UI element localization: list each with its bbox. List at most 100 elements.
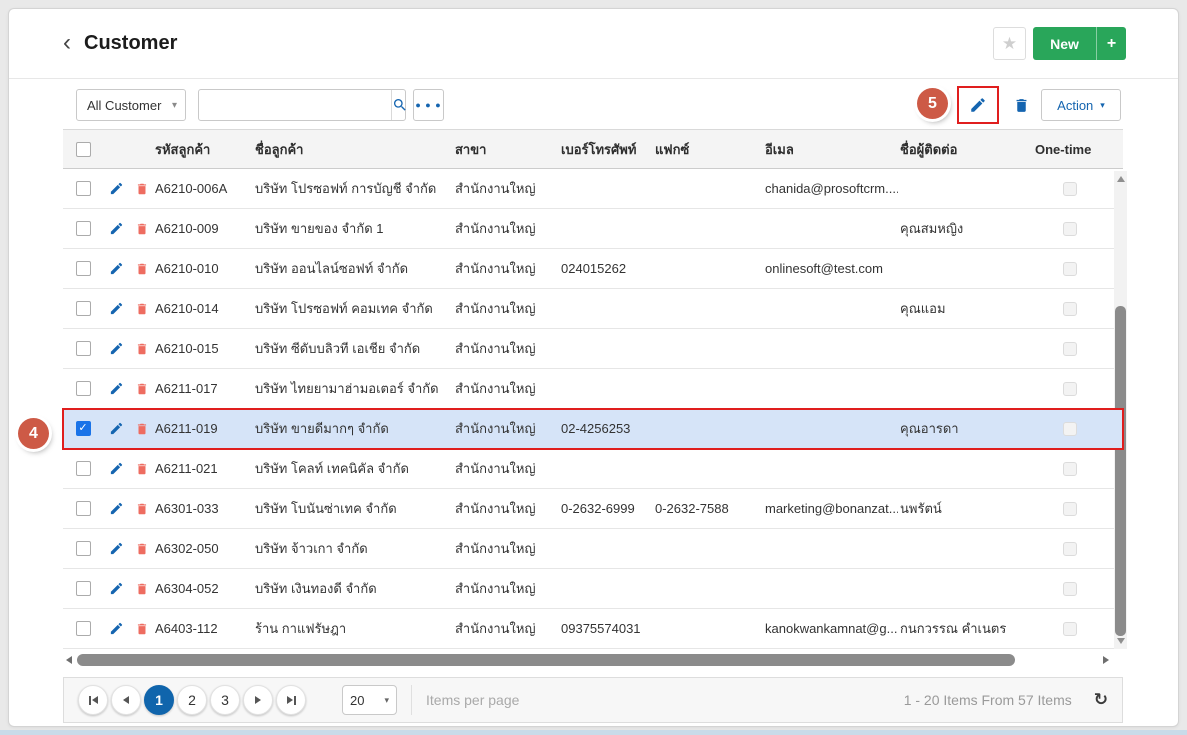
row-checkbox[interactable] xyxy=(76,381,91,396)
previous-page-button[interactable] xyxy=(111,685,141,715)
new-button[interactable]: New + xyxy=(1033,27,1126,60)
table-row[interactable]: A6211-017 บริษัท ไทยยามาฮ่ามอเตอร์ จำกัด… xyxy=(63,369,1123,409)
annotation-step-4: 4 xyxy=(18,418,49,449)
row-delete-button[interactable] xyxy=(135,502,149,516)
toolbar: All Customer ▾ ● ● ● Action ▾ xyxy=(9,79,1178,129)
row-edit-button[interactable] xyxy=(109,301,124,316)
refresh-icon[interactable]: ↻ xyxy=(1094,690,1108,710)
one-time-checkbox xyxy=(1063,182,1077,196)
scroll-down-icon[interactable] xyxy=(1117,638,1125,644)
last-page-button[interactable] xyxy=(276,685,306,715)
row-delete-button[interactable] xyxy=(135,302,149,316)
page-number-button[interactable]: 1 xyxy=(144,685,174,715)
favorite-button[interactable]: ★ xyxy=(993,27,1026,60)
row-checkbox[interactable] xyxy=(76,261,91,276)
vertical-scroll-thumb[interactable] xyxy=(1115,306,1126,636)
column-contact[interactable]: ชื่อผู้ติดต่อ xyxy=(898,130,1033,168)
customer-filter-dropdown[interactable]: All Customer ▾ xyxy=(76,89,186,121)
next-page-button[interactable] xyxy=(243,685,273,715)
row-delete-button[interactable] xyxy=(135,622,149,636)
cell-branch: สำนักงานใหญ่ xyxy=(453,489,559,528)
table-row[interactable]: A6210-010 บริษัท ออนไลน์ซอฟท์ จำกัด สำนั… xyxy=(63,249,1123,289)
row-checkbox[interactable] xyxy=(76,461,91,476)
table-row[interactable]: A6302-050 บริษัท จ้าวเกา จำกัด สำนักงานใ… xyxy=(63,529,1123,569)
row-edit-button[interactable] xyxy=(109,581,124,596)
plus-icon[interactable]: + xyxy=(1097,27,1126,60)
cell-email xyxy=(763,529,898,568)
search-button[interactable] xyxy=(391,90,408,120)
row-checkbox[interactable] xyxy=(76,621,91,636)
scroll-right-icon[interactable] xyxy=(1103,656,1109,664)
table-row[interactable]: A6210-006A บริษัท โปรซอฟท์ การบัญชี จำกั… xyxy=(63,169,1123,209)
action-dropdown-button[interactable]: Action ▾ xyxy=(1041,89,1121,121)
row-edit-button[interactable] xyxy=(109,181,124,196)
row-edit-button[interactable] xyxy=(109,221,124,236)
column-phone[interactable]: เบอร์โทรศัพท์ xyxy=(559,130,653,168)
row-delete-button[interactable] xyxy=(135,262,149,276)
row-edit-button[interactable] xyxy=(109,381,124,396)
row-checkbox[interactable] xyxy=(76,541,91,556)
column-customer-code[interactable]: รหัสลูกค้า xyxy=(153,130,253,168)
row-delete-button[interactable] xyxy=(135,222,149,236)
row-edit-button[interactable] xyxy=(109,461,124,476)
scroll-up-icon[interactable] xyxy=(1117,176,1125,182)
cell-contact xyxy=(898,169,1033,208)
page-number-button[interactable]: 2 xyxy=(177,685,207,715)
column-branch[interactable]: สาขา xyxy=(453,130,559,168)
row-delete-button[interactable] xyxy=(135,582,149,596)
cell-email xyxy=(763,209,898,248)
row-checkbox[interactable] xyxy=(76,581,91,596)
row-delete-button[interactable] xyxy=(135,422,149,436)
annotation-step-5: 5 xyxy=(917,88,948,119)
back-chevron-icon[interactable]: ‹ xyxy=(63,29,71,57)
row-checkbox[interactable] xyxy=(76,221,91,236)
row-edit-button[interactable] xyxy=(109,621,124,636)
table-row[interactable]: A6211-021 บริษัท โคลท์ เทคนิคัล จำกัด สำ… xyxy=(63,449,1123,489)
column-customer-name[interactable]: ชื่อลูกค้า xyxy=(253,130,453,168)
delete-selected-button[interactable] xyxy=(1004,88,1038,122)
table-row[interactable]: A6210-014 บริษัท โปรซอฟท์ คอมเทค จำกัด ส… xyxy=(63,289,1123,329)
table-row[interactable]: A6210-015 บริษัท ซีดับบลิวที เอเชีย จำกั… xyxy=(63,329,1123,369)
select-all-checkbox[interactable] xyxy=(76,142,91,157)
column-one-time[interactable]: One-time xyxy=(1033,130,1123,168)
table-row[interactable]: A6304-052 บริษัท เงินทองดี จำกัด สำนักงา… xyxy=(63,569,1123,609)
cell-contact xyxy=(898,529,1033,568)
row-checkbox[interactable] xyxy=(76,301,91,316)
row-checkbox[interactable] xyxy=(76,421,91,436)
page-size-value: 20 xyxy=(350,693,364,708)
row-edit-button[interactable] xyxy=(109,421,124,436)
table-row[interactable]: A6301-033 บริษัท โบนันซ่าเทค จำกัด สำนัก… xyxy=(63,489,1123,529)
row-checkbox[interactable] xyxy=(76,181,91,196)
column-email[interactable]: อีเมล xyxy=(763,130,898,168)
trash-icon xyxy=(135,542,149,556)
page-size-dropdown[interactable]: 20 ▾ xyxy=(342,685,397,715)
table-row[interactable]: A6211-019 บริษัท ขายดีมากๆ จำกัด สำนักงา… xyxy=(63,409,1123,449)
more-options-button[interactable]: ● ● ● xyxy=(413,89,444,121)
pager: 123 xyxy=(78,685,306,715)
row-delete-button[interactable] xyxy=(135,462,149,476)
horizontal-scrollbar[interactable] xyxy=(63,653,1123,668)
table-row[interactable]: A6210-009 บริษัท ขายของ จำกัด 1 สำนักงาน… xyxy=(63,209,1123,249)
search-input[interactable] xyxy=(199,90,391,120)
pencil-icon xyxy=(109,261,124,276)
horizontal-scroll-thumb[interactable] xyxy=(77,654,1015,666)
column-fax[interactable]: แฟกซ์ xyxy=(653,130,763,168)
cell-contact: คุณแอม xyxy=(898,289,1033,328)
first-page-button[interactable] xyxy=(78,685,108,715)
row-delete-button[interactable] xyxy=(135,182,149,196)
pencil-icon xyxy=(109,621,124,636)
row-delete-button[interactable] xyxy=(135,382,149,396)
edit-selected-button[interactable] xyxy=(959,88,997,122)
row-delete-button[interactable] xyxy=(135,542,149,556)
row-edit-button[interactable] xyxy=(109,261,124,276)
row-edit-button[interactable] xyxy=(109,541,124,556)
page-number-button[interactable]: 3 xyxy=(210,685,240,715)
scroll-left-icon[interactable] xyxy=(66,656,72,664)
row-edit-button[interactable] xyxy=(109,501,124,516)
cell-branch: สำนักงานใหญ่ xyxy=(453,329,559,368)
row-checkbox[interactable] xyxy=(76,501,91,516)
table-row[interactable]: A6403-112 ร้าน กาแฟรัษฎา สำนักงานใหญ่ 09… xyxy=(63,609,1123,649)
row-checkbox[interactable] xyxy=(76,341,91,356)
row-delete-button[interactable] xyxy=(135,342,149,356)
row-edit-button[interactable] xyxy=(109,341,124,356)
